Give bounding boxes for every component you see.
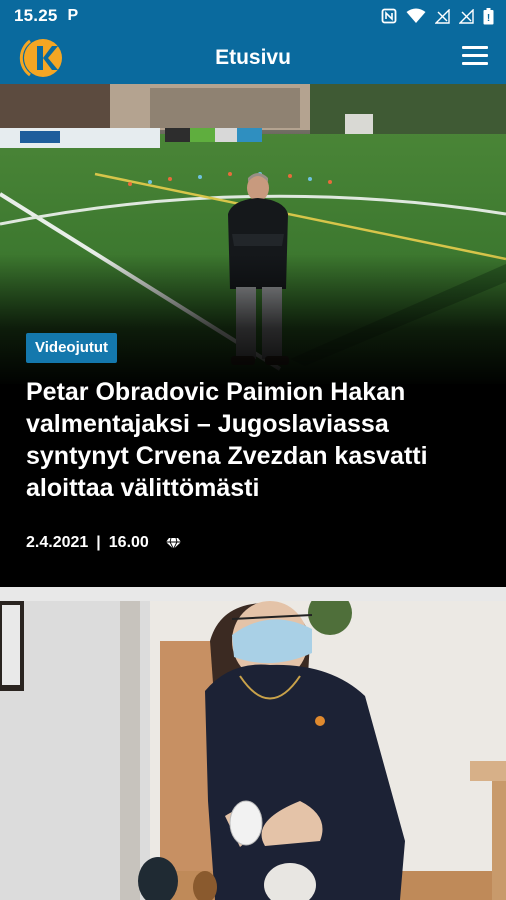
featured-article[interactable]: Videojutut Petar Obradovic Paimion Hakan… <box>0 84 506 587</box>
article-time: 16.00 <box>108 534 149 551</box>
nfc-icon <box>381 8 397 24</box>
article-divider <box>0 587 506 601</box>
signal-icon <box>435 8 450 24</box>
status-time: 15.25 <box>14 6 58 25</box>
k-logo-icon[interactable] <box>18 35 64 81</box>
notification-p-icon: P <box>67 7 79 24</box>
article-meta: 2.4.2021 | 16.00 <box>26 534 182 552</box>
signal-icon <box>459 8 474 24</box>
photo-gradient-overlay <box>0 254 506 389</box>
category-tag[interactable]: Videojutut <box>26 333 118 363</box>
status-bar: 15.25 P ! <box>0 0 506 32</box>
status-left: 15.25 P <box>14 6 78 26</box>
app-bar: Etusivu <box>0 32 506 84</box>
hamburger-menu-icon[interactable] <box>462 46 488 68</box>
article-card[interactable] <box>0 601 506 900</box>
svg-text:!: ! <box>487 13 490 24</box>
page-title: Etusivu <box>215 46 291 69</box>
meta-separator: | <box>96 534 101 551</box>
status-icons: ! <box>381 7 494 25</box>
wifi-icon <box>406 8 426 23</box>
article-date: 2.4.2021 <box>26 534 89 551</box>
article-headline[interactable]: Petar Obradovic Paimion Hakan valmentaja… <box>26 376 486 504</box>
diamond-icon <box>165 537 181 549</box>
article-photo-woman-with-mask <box>0 601 506 900</box>
battery-icon: ! <box>483 7 494 24</box>
